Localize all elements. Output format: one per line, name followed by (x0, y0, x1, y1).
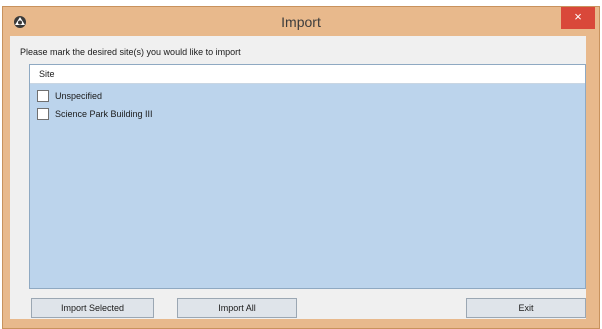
window-title: Import (281, 14, 321, 30)
site-list[interactable]: Site Unspecified Science Park Building I… (29, 64, 586, 289)
site-column-header[interactable]: Site (30, 65, 585, 84)
list-item-label: Unspecified (55, 91, 103, 101)
close-button[interactable]: × (561, 7, 595, 29)
list-item-science-park-building-iii[interactable]: Science Park Building III (37, 107, 153, 121)
unspecified-checkbox[interactable] (37, 90, 49, 102)
instruction-text: Please mark the desired site(s) you woul… (20, 47, 241, 57)
title-bar[interactable]: Import × (3, 7, 599, 39)
site-column-header-label: Site (39, 69, 55, 79)
exit-button[interactable]: Exit (466, 298, 586, 318)
list-item-unspecified[interactable]: Unspecified (37, 89, 102, 103)
import-all-button[interactable]: Import All (177, 298, 297, 318)
science-park-building-iii-checkbox[interactable] (37, 108, 49, 120)
list-item-label: Science Park Building III (55, 109, 153, 119)
import-selected-button[interactable]: Import Selected (31, 298, 154, 318)
